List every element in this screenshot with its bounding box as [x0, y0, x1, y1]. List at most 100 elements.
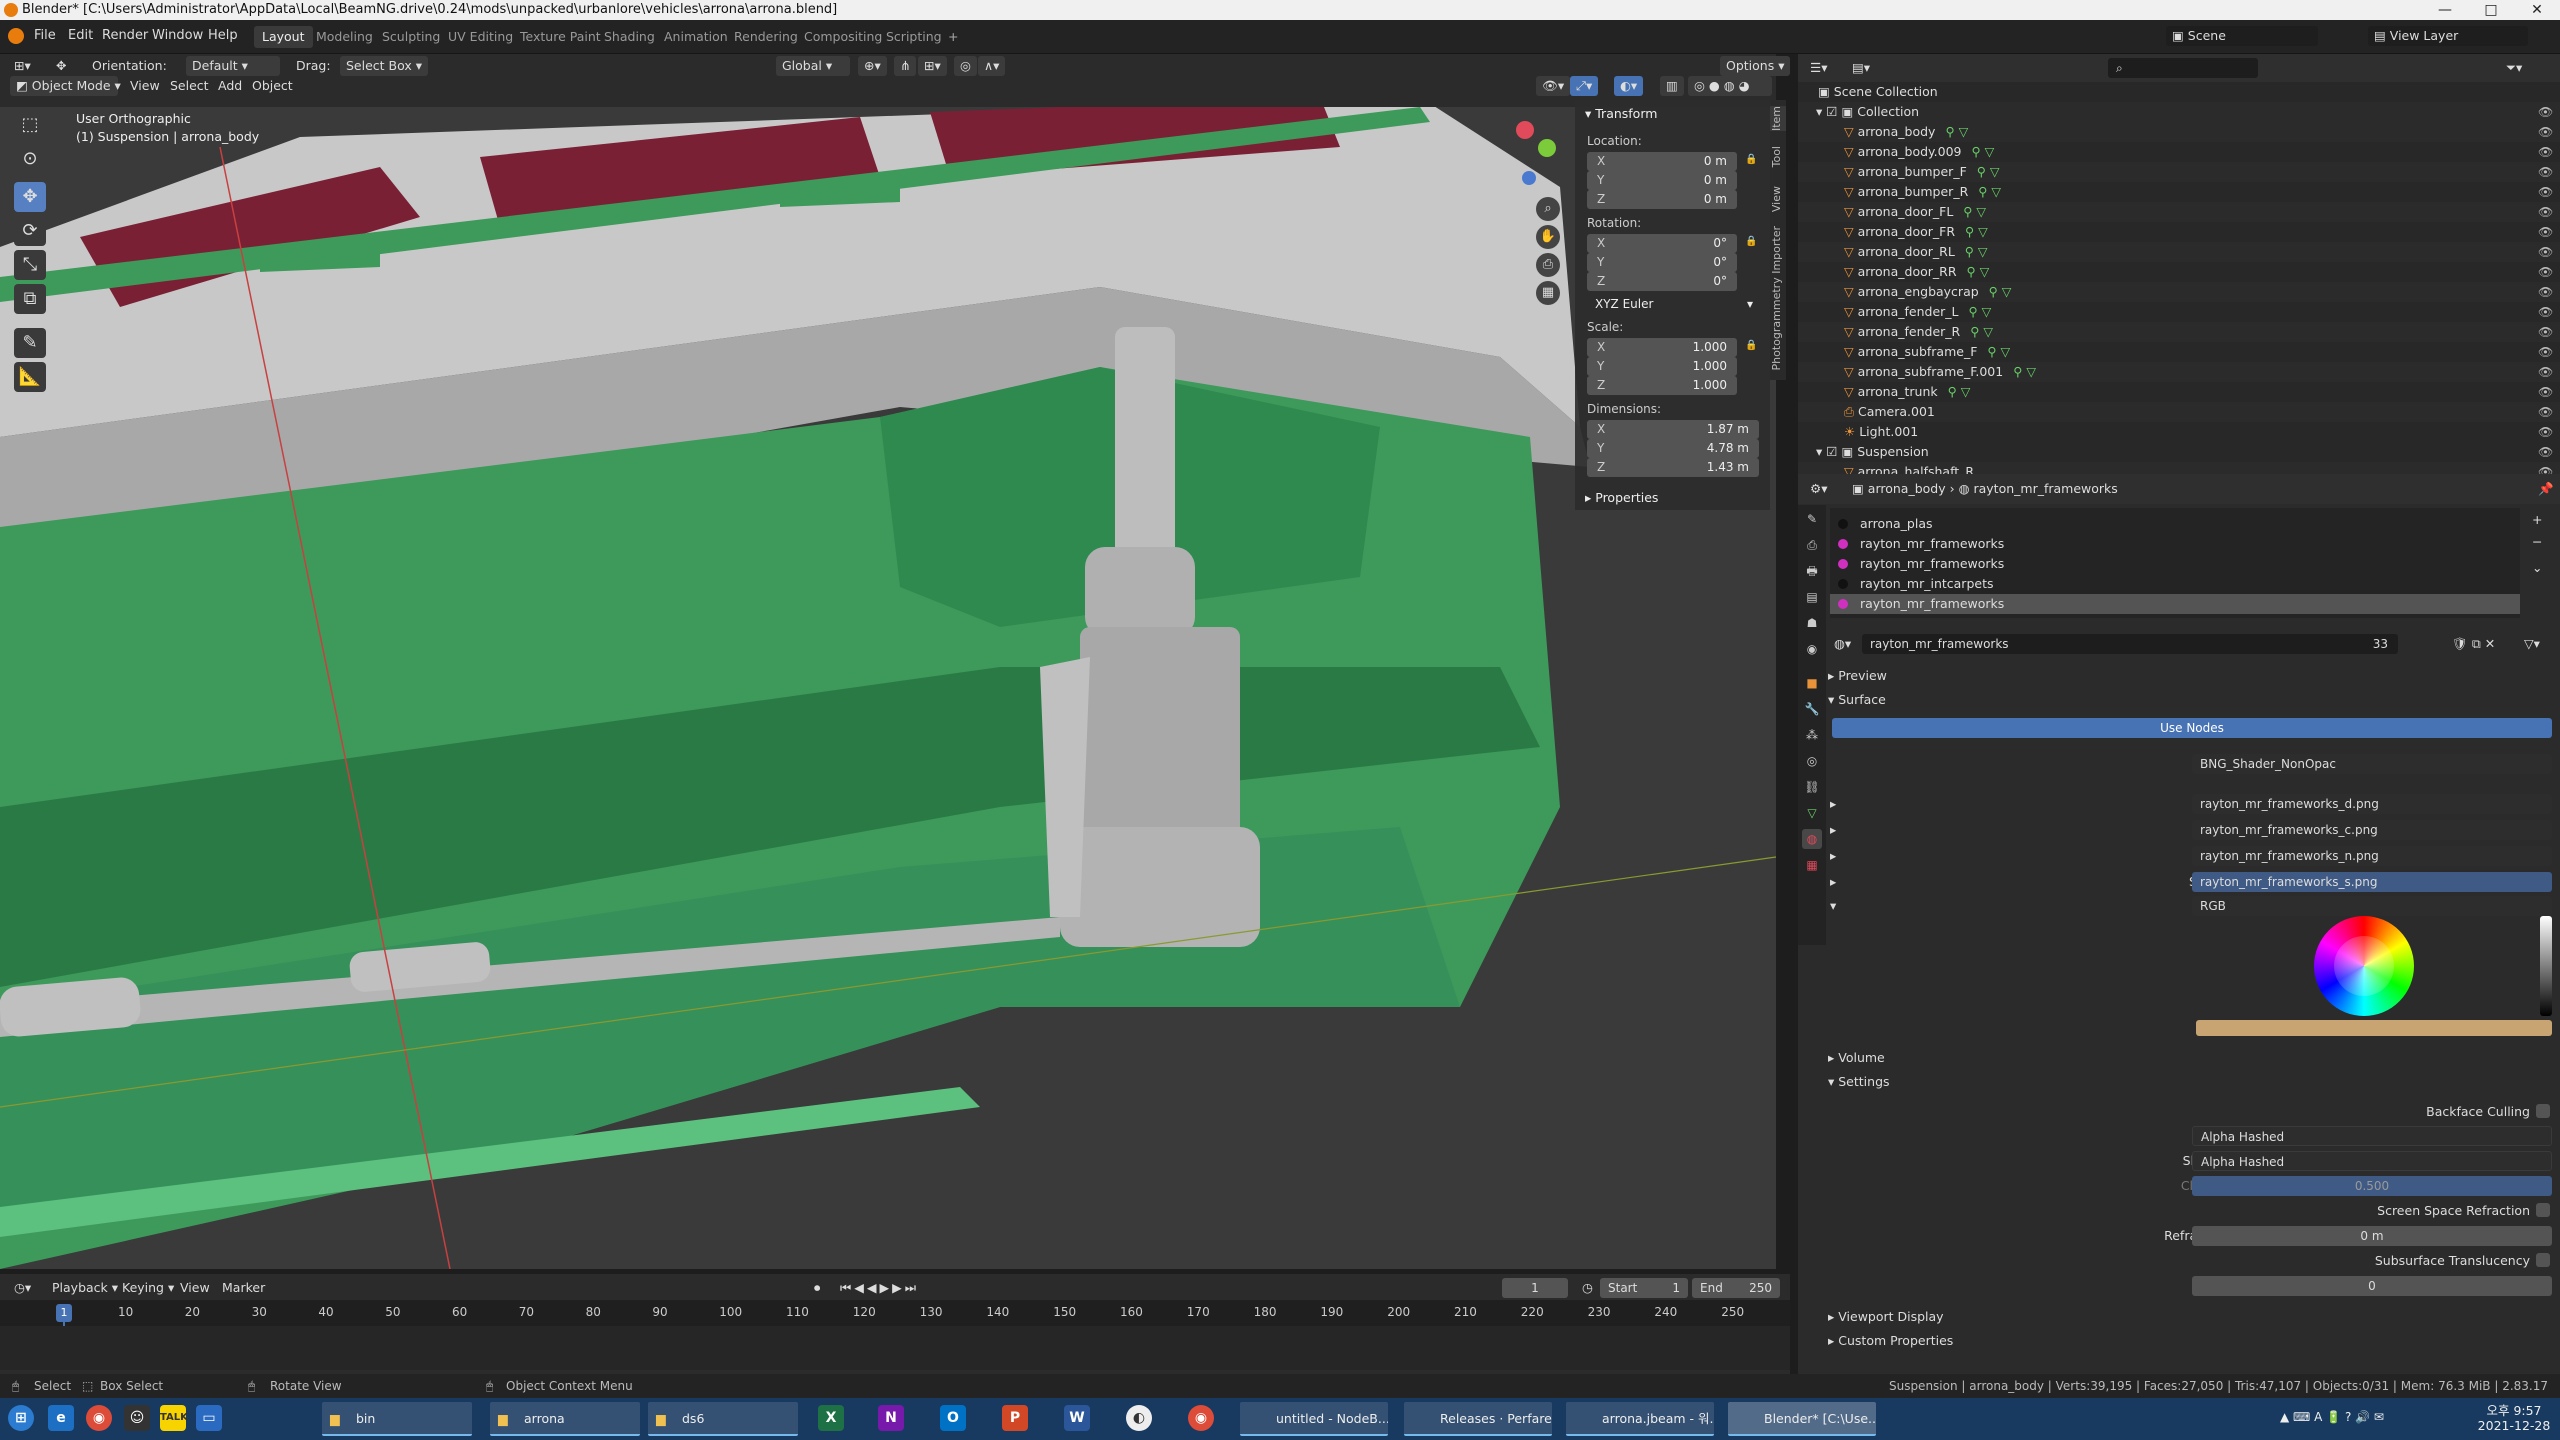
- scale-z-field[interactable]: Z 1.000: [1587, 376, 1737, 395]
- viewport-menu-view[interactable]: View: [130, 76, 160, 96]
- add-workspace-button[interactable]: +: [940, 26, 966, 48]
- menu-help[interactable]: Help: [208, 28, 238, 43]
- fake-user-icon[interactable]: 🛡 ⧉ ✕: [2452, 636, 2495, 652]
- taskbar-app-jbeam[interactable]: arrona.jbeam - 워...: [1566, 1402, 1714, 1436]
- tab-scripting[interactable]: Scripting: [878, 26, 950, 48]
- view-layer-tab-icon[interactable]: ▤: [1802, 587, 1822, 607]
- shadow-mode-dropdown[interactable]: Alpha Hashed: [2192, 1151, 2552, 1171]
- clock-date[interactable]: 2021-12-28: [2474, 1418, 2554, 1433]
- visibility-icon[interactable]: 👁▾: [1536, 76, 1571, 96]
- modifier-icon[interactable]: ⚲ ▽: [1978, 184, 2001, 199]
- tab-photogrammetry[interactable]: Photogrammetry Importer: [1770, 226, 1786, 370]
- move-tool-icon[interactable]: ✥: [14, 182, 46, 212]
- taskbar-app-blender[interactable]: Blender* [C:\Use...: [1728, 1402, 1876, 1436]
- eye-icon[interactable]: 👁: [2538, 402, 2553, 422]
- eye-icon[interactable]: 👁: [2538, 302, 2553, 322]
- snap-target-icon[interactable]: ⊞▾: [918, 56, 947, 76]
- add-slot-button[interactable]: +: [2532, 512, 2542, 527]
- gizmo-z-axis-icon[interactable]: [1522, 171, 1536, 185]
- tab-layout[interactable]: Layout: [254, 26, 313, 48]
- ssr-checkbox[interactable]: [2536, 1203, 2550, 1217]
- outliner-item[interactable]: ▽ arrona_engbaycrap ⚲ ▽ 👁: [1798, 282, 2560, 302]
- proportional-edit-icon[interactable]: ◎: [954, 56, 977, 76]
- tool-tab-icon[interactable]: ✎: [1802, 509, 1822, 529]
- output-tab-icon[interactable]: 🖶: [1802, 561, 1822, 581]
- checkbox-icon[interactable]: ☑: [1826, 104, 1841, 119]
- modifier-icon[interactable]: ⚲ ▽: [2013, 364, 2036, 379]
- options-dropdown[interactable]: Options ▾: [1720, 56, 1791, 76]
- eye-icon[interactable]: 👁: [2538, 182, 2553, 202]
- modifier-icon[interactable]: ⚲ ▽: [1963, 204, 1986, 219]
- scene-selector[interactable]: ▣ Scene: [2166, 26, 2318, 46]
- timeline-menu-playback[interactable]: Playback ▾: [52, 1278, 118, 1298]
- expand-arrow-icon[interactable]: ▸: [1830, 874, 1836, 889]
- lock-icon[interactable]: 🔒: [1745, 236, 1757, 248]
- location-y-field[interactable]: Y 0 m: [1587, 171, 1737, 190]
- modifier-icon[interactable]: ⚲ ▽: [1967, 264, 1990, 279]
- modifier-icon[interactable]: ⚲ ▽: [1989, 284, 2012, 299]
- gizmo-toggle-icon[interactable]: ⤢▾: [1570, 76, 1599, 96]
- outliner-item[interactable]: ▽ arrona_body.009 ⚲ ▽ 👁: [1798, 142, 2560, 162]
- taskbar-folder-ds6[interactable]: ds6 ▆: [648, 1402, 798, 1436]
- gizmo-x-axis-icon[interactable]: [1516, 121, 1534, 139]
- eye-icon[interactable]: 👁: [2538, 122, 2553, 142]
- surface-shader-field[interactable]: BNG_Shader_NonOpac: [2192, 754, 2552, 774]
- outliner-item[interactable]: ☀ Light.001 👁: [1798, 422, 2560, 442]
- app-circle-icon[interactable]: ◐: [1126, 1405, 1152, 1431]
- playhead[interactable]: 1: [56, 1304, 72, 1322]
- chrome-2-icon[interactable]: ◉: [1188, 1405, 1214, 1431]
- eye-icon[interactable]: 👁: [2538, 162, 2553, 182]
- eye-icon[interactable]: 👁: [2538, 102, 2553, 122]
- blend-mode-dropdown[interactable]: Alpha Hashed: [2192, 1126, 2552, 1146]
- subsurface-translucency-checkbox[interactable]: [2536, 1253, 2550, 1267]
- material-users-count[interactable]: 33: [2336, 634, 2396, 654]
- orientation-dropdown[interactable]: Default ▾: [186, 56, 280, 76]
- outliner-collection[interactable]: ▾ ☑ ▣ Collection 👁: [1798, 102, 2560, 122]
- outliner-item[interactable]: ▽ arrona_bumper_R ⚲ ▽ 👁: [1798, 182, 2560, 202]
- outliner-item[interactable]: ▽ arrona_bumper_F ⚲ ▽ 👁: [1798, 162, 2560, 182]
- outliner-item[interactable]: ▽ arrona_subframe_F.001 ⚲ ▽ 👁: [1798, 362, 2560, 382]
- scale-x-field[interactable]: X 1.000: [1587, 338, 1737, 357]
- app-icon[interactable]: ☺: [124, 1405, 150, 1431]
- slot-menu-icon[interactable]: ⌄: [2532, 560, 2542, 575]
- taskbar-app-nodeb[interactable]: untitled - NodeB...: [1240, 1402, 1388, 1436]
- taskbar-folder-arrona[interactable]: arrona ▆: [490, 1402, 640, 1436]
- rotation-z-field[interactable]: Z 0°: [1587, 272, 1737, 291]
- eye-icon[interactable]: 👁: [2538, 222, 2553, 242]
- taskbar-folder-bin[interactable]: bin ▆: [322, 1402, 472, 1436]
- tab-tool[interactable]: Tool: [1770, 146, 1786, 167]
- material-browse-icon[interactable]: ◍▾: [1834, 636, 1851, 651]
- annotate-tool-icon[interactable]: ✎: [14, 328, 46, 358]
- tab-shading[interactable]: Shading: [596, 26, 663, 48]
- zoom-icon[interactable]: ⌕: [1536, 197, 1560, 221]
- tab-rendering[interactable]: Rendering: [726, 26, 806, 48]
- color-swatch[interactable]: [2196, 1020, 2552, 1036]
- modifier-tab-icon[interactable]: 🔧: [1802, 699, 1822, 719]
- properties-editor-type-icon[interactable]: ⚙▾: [1804, 479, 1833, 499]
- word-icon[interactable]: W: [1064, 1405, 1090, 1431]
- modifier-icon[interactable]: ⚲ ▽: [1945, 124, 1968, 139]
- dimension-y-field[interactable]: Y 4.78 m: [1587, 439, 1759, 458]
- filter-icon[interactable]: ⏷▾: [2500, 58, 2528, 78]
- tab-sculpting[interactable]: Sculpting: [374, 26, 448, 48]
- blender-menu-icon[interactable]: [8, 28, 24, 44]
- preview-section[interactable]: ▸ Preview: [1828, 668, 1887, 683]
- pan-hand-icon[interactable]: ✋: [1536, 225, 1560, 249]
- color-wheel[interactable]: [2314, 916, 2414, 1016]
- modifier-icon[interactable]: ⚲ ▽: [1987, 344, 2010, 359]
- refraction-depth-field[interactable]: 0 m: [2192, 1226, 2552, 1246]
- drag-dropdown[interactable]: Select Box ▾: [340, 56, 428, 76]
- 3d-viewport[interactable]: User Orthographic (1) Suspension | arron…: [0, 107, 1776, 1269]
- scale-y-field[interactable]: Y 1.000: [1587, 357, 1737, 376]
- outliner-item[interactable]: ▽ arrona_fender_R ⚲ ▽ 👁: [1798, 322, 2560, 342]
- outliner-scene-collection[interactable]: ▣ Scene Collection: [1798, 82, 2560, 102]
- texture-map-field[interactable]: rayton_mr_frameworks_d.png: [2192, 794, 2552, 814]
- rotation-x-field[interactable]: X 0°: [1587, 234, 1737, 253]
- expand-arrow-icon[interactable]: ▾: [1830, 898, 1836, 913]
- rotation-mode-dropdown[interactable]: XYZ Euler ▾: [1587, 295, 1759, 314]
- timeline-menu-view[interactable]: View: [180, 1278, 210, 1298]
- dimension-x-field[interactable]: X 1.87 m: [1587, 420, 1759, 439]
- eye-icon[interactable]: 👁: [2538, 322, 2553, 342]
- dimension-z-field[interactable]: Z 1.43 m: [1587, 458, 1759, 477]
- timeline-menu-keying[interactable]: Keying ▾: [122, 1278, 174, 1298]
